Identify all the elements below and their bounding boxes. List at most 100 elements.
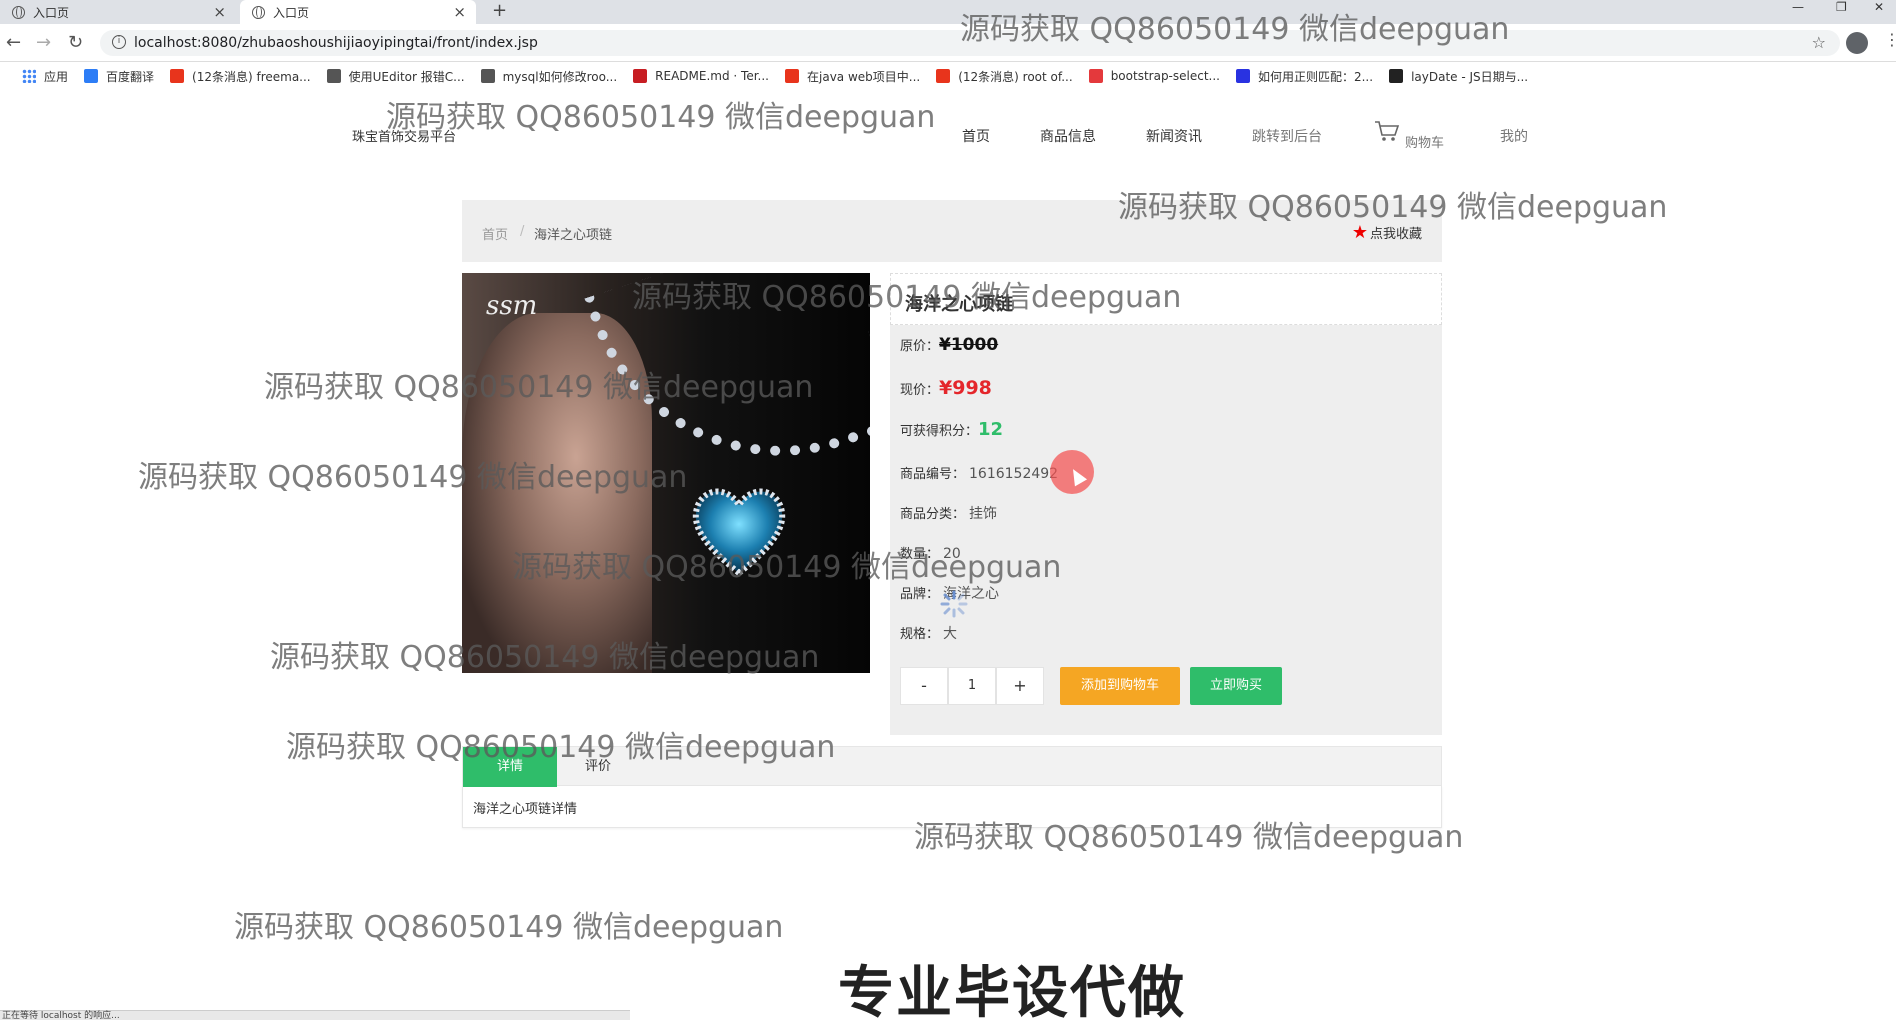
product-info-panel: 海洋之心项链 原价： ¥1000 现价： ¥998 可获得积分： 12 商品编号… (890, 273, 1442, 735)
bookmark-item[interactable]: 使用UEditor 报错C... (326, 68, 465, 85)
bookmark-star-icon[interactable]: ☆ (1812, 33, 1826, 52)
close-icon[interactable]: × (453, 3, 466, 21)
new-tab-button[interactable]: + (492, 0, 507, 22)
favicon-icon (785, 69, 799, 83)
bookmarks-bar: 应用 百度翻译 (12条消息) freema... 使用UEditor 报错C... m… (0, 62, 1896, 90)
detail-text: 海洋之心项链详情 (473, 802, 578, 817)
bookmark-label: README.md · Ter... (655, 69, 769, 83)
tab-details[interactable]: 详情 (463, 747, 557, 787)
code-value: 1616152492 (969, 466, 1059, 482)
product-title: 海洋之心项链 (905, 294, 1013, 315)
profile-avatar-icon[interactable] (1846, 32, 1868, 54)
favicon-icon (633, 69, 648, 83)
favicon-icon (936, 69, 951, 83)
globe-icon (12, 5, 25, 19)
site-header: 珠宝首饰交易平台 首页 商品信息 新闻资讯 跳转到后台 购物车 我的 (0, 90, 1896, 180)
category-value: 挂饰 (969, 506, 998, 522)
browser-tab-title: 入口页 (33, 5, 70, 20)
bookmark-item[interactable]: bootstrap-select... (1088, 69, 1220, 83)
quantity-plus-button[interactable]: + (996, 667, 1044, 705)
browser-tab-active[interactable]: 入口页 × (240, 0, 476, 24)
product-title-box: 海洋之心项链 (890, 273, 1442, 325)
original-price-row: 原价： ¥1000 (900, 335, 998, 355)
bookmark-label: 如何用正则匹配：2... (1257, 69, 1374, 84)
points-row: 可获得积分： 12 (900, 419, 1003, 440)
product-image: ssm (462, 273, 870, 673)
browser-tab[interactable]: 入口页 × (0, 0, 236, 24)
spec-value: 大 (943, 626, 958, 642)
bookmark-item[interactable]: README.md · Ter... (633, 69, 769, 83)
site-logo-text[interactable]: 珠宝首饰交易平台 (352, 126, 456, 145)
reload-icon[interactable]: ↻ (68, 32, 83, 53)
current-price-row: 现价： ¥998 (900, 377, 992, 399)
info-icon[interactable]: i (112, 35, 126, 49)
bookmark-item[interactable]: 百度翻译 (84, 68, 154, 85)
globe-icon (252, 5, 265, 19)
bookmark-item[interactable]: 如何用正则匹配：2... (1235, 68, 1374, 85)
restore-icon[interactable]: ❐ (1836, 0, 1847, 14)
loading-spinner-icon (940, 590, 968, 618)
stock-row: 数量： 20 (900, 543, 961, 562)
close-icon[interactable]: × (213, 3, 226, 21)
bookmark-label: mysql如何修改roo... (502, 69, 618, 84)
address-bar: ← → ↻ i localhost:8080/zhubaoshoushijiao… (0, 24, 1896, 62)
bookmark-item[interactable]: layDate - JS日期与... (1389, 68, 1528, 85)
nav-mine[interactable]: 我的 (1500, 126, 1528, 146)
brand-label: 品牌： (900, 587, 940, 602)
original-price: ¥1000 (939, 335, 999, 355)
tab-reviews[interactable]: 评价 (563, 747, 633, 787)
browser-tab-title: 入口页 (273, 5, 310, 20)
favicon-icon (1389, 69, 1404, 83)
breadcrumb: 首页 / 海洋之心项链 ★ 点我收藏 (462, 200, 1442, 262)
nav-news[interactable]: 新闻资讯 (1146, 126, 1202, 146)
buy-now-button[interactable]: 立即购买 (1190, 667, 1282, 705)
heart-pendant (692, 488, 786, 577)
nav-cart[interactable]: 购物车 (1405, 132, 1444, 151)
forward-icon[interactable]: → (36, 32, 51, 53)
bookmark-item[interactable]: 在java web项目中... (785, 68, 920, 85)
url-field[interactable]: i localhost:8080/zhubaoshoushijiaoyiping… (100, 30, 1840, 56)
url-text[interactable]: localhost:8080/zhubaoshoushijiaoyipingta… (134, 35, 538, 51)
browser-tab-strip: 入口页 × 入口页 × + — ❐ ✕ (0, 0, 1896, 24)
add-to-cart-button[interactable]: 添加到购物车 (1060, 667, 1180, 705)
code-label: 商品编号： (900, 467, 966, 482)
points-value: 12 (978, 419, 1004, 440)
bookmark-label: 应用 (44, 69, 69, 84)
bookmark-label: (12条消息) root of... (958, 69, 1073, 84)
quantity-input[interactable]: 1 (948, 667, 996, 705)
minimize-icon[interactable]: — (1792, 0, 1804, 14)
close-window-icon[interactable]: ✕ (1874, 0, 1884, 14)
watermark: 源码获取 QQ86050149 微信deepguan (234, 910, 784, 945)
current-price-label: 现价： (900, 383, 940, 398)
nav-home[interactable]: 首页 (962, 126, 990, 146)
quantity-minus-button[interactable]: - (900, 667, 948, 705)
favicon-icon (1235, 69, 1250, 83)
nav-admin[interactable]: 跳转到后台 (1252, 126, 1322, 146)
favicon-icon (326, 69, 341, 83)
favorite-button[interactable]: ★ 点我收藏 (1352, 222, 1422, 243)
original-price-label: 原价： (900, 339, 940, 354)
detail-content: 海洋之心项链详情 (462, 786, 1442, 828)
browser-menu-icon[interactable]: ⋮ (1884, 30, 1896, 49)
apps-grid-icon (22, 69, 36, 83)
bookmark-label: layDate - JS日期与... (1411, 69, 1529, 84)
promo-banner-text: 专业毕设代做 (838, 961, 1186, 1026)
stock-value: 20 (943, 546, 961, 562)
bookmark-label: 在java web项目中... (807, 69, 921, 84)
bookmark-item[interactable]: (12条消息) root of... (936, 68, 1073, 85)
bookmark-apps[interactable]: 应用 (16, 68, 68, 85)
category-label: 商品分类： (900, 507, 966, 522)
nav-products[interactable]: 商品信息 (1040, 126, 1096, 146)
current-price: ¥998 (939, 377, 992, 399)
detail-tabs: 详情 评价 (462, 746, 1442, 787)
bookmark-item[interactable]: mysql如何修改roo... (480, 68, 618, 85)
favorite-label: 点我收藏 (1369, 227, 1422, 242)
back-icon[interactable]: ← (6, 32, 21, 53)
star-icon: ★ (1351, 222, 1368, 243)
quantity-stepper: - 1 + (900, 667, 1044, 705)
breadcrumb-home[interactable]: 首页 (482, 224, 508, 243)
bookmark-label: 百度翻译 (106, 69, 155, 84)
bookmark-item[interactable]: (12条消息) freema... (170, 68, 311, 85)
cart-icon[interactable] (1374, 120, 1400, 142)
favicon-icon (1088, 69, 1103, 83)
